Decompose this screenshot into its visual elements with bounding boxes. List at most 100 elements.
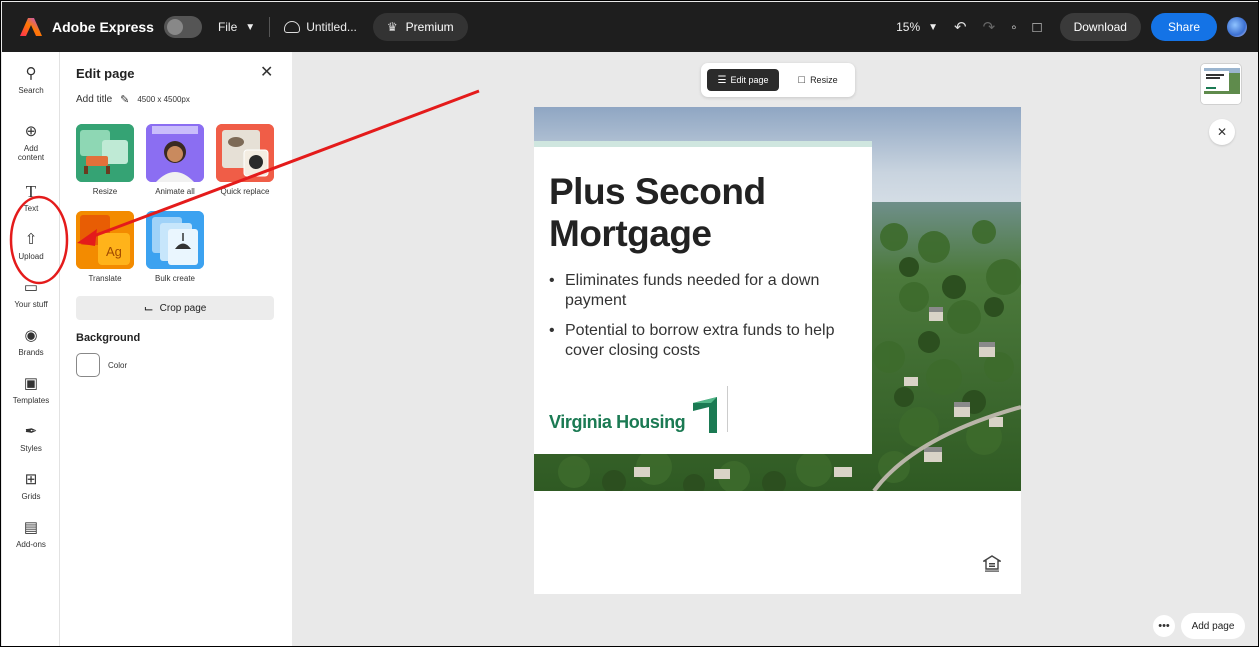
crop-page-label: Crop page bbox=[159, 302, 207, 314]
translate-tile[interactable]: Ag bbox=[76, 211, 134, 269]
background-heading: Background bbox=[76, 332, 141, 344]
rail-label: Styles bbox=[20, 444, 42, 453]
collaborate-icon[interactable]: ◦ bbox=[1011, 19, 1016, 36]
edit-page-label: Edit page bbox=[730, 75, 769, 85]
tool-label-resize: Resize bbox=[92, 187, 118, 196]
rail-label: Brands bbox=[18, 348, 44, 357]
quick-replace-tile[interactable] bbox=[216, 124, 274, 182]
color-label: Color bbox=[108, 361, 128, 370]
rail-item-search[interactable]: ⚲ Search bbox=[2, 65, 60, 96]
top-bar: Adobe Express File ▼ Untitled... ♛ Premi… bbox=[2, 2, 1258, 52]
brands-icon: ◉ bbox=[24, 327, 38, 344]
search-icon: ⚲ bbox=[25, 65, 37, 82]
page-thumbnail[interactable] bbox=[1200, 63, 1242, 105]
crown-icon: ♛ bbox=[386, 20, 398, 34]
tool-label-animate-all: Animate all bbox=[155, 187, 195, 196]
more-options-button[interactable]: ••• bbox=[1153, 615, 1175, 637]
text-card[interactable]: Plus Second Mortgage Eliminates funds ne… bbox=[534, 141, 872, 454]
grid-icon: ⊞ bbox=[24, 471, 38, 488]
close-icon[interactable]: ✕ bbox=[1209, 119, 1235, 145]
crop-page-button[interactable]: ⌙ Crop page bbox=[76, 296, 274, 320]
tool-label-translate: Translate bbox=[88, 274, 122, 283]
app-name: Adobe Express bbox=[52, 19, 154, 35]
page-toolbar: ☰ Edit page □ Resize bbox=[701, 63, 855, 97]
canvas-area[interactable]: ☰ Edit page □ Resize ✕ Plus Second Mortg… bbox=[292, 52, 1258, 646]
resize-icon: □ bbox=[798, 74, 806, 86]
svg-text:Ag: Ag bbox=[106, 244, 122, 259]
rail-item-upload[interactable]: ⇧ Upload bbox=[2, 231, 60, 262]
tool-label-bulk-create: Bulk create bbox=[154, 274, 196, 283]
edit-page-button[interactable]: ☰ Edit page bbox=[707, 69, 779, 91]
divider bbox=[269, 17, 271, 37]
rail-label: Add content bbox=[17, 144, 45, 162]
tool-label-quick-replace: Quick replace bbox=[220, 187, 270, 196]
templates-icon: ▣ bbox=[23, 375, 39, 392]
rail-label: Add-ons bbox=[16, 540, 46, 549]
crop-icon: ⌙ bbox=[143, 301, 154, 315]
logo-text: Virginia Housing bbox=[549, 412, 686, 432]
rail-item-templates[interactable]: ▣ Templates bbox=[2, 375, 60, 406]
card-accent-line bbox=[534, 141, 872, 147]
comment-icon[interactable]: □ bbox=[1033, 19, 1042, 36]
virginia-housing-logo[interactable]: Virginia Housing bbox=[549, 393, 719, 433]
addons-icon: ▤ bbox=[23, 519, 39, 536]
bullet-item[interactable]: Potential to borrow extra funds to help … bbox=[549, 321, 849, 361]
redo-icon[interactable]: ↷ bbox=[983, 18, 996, 36]
left-rail: ⚲ Search ⊕ Add content T Text ⇧ Upload ▭… bbox=[2, 52, 60, 646]
rail-label: Templates bbox=[12, 396, 50, 405]
share-button[interactable]: Share bbox=[1150, 13, 1217, 41]
rail-item-your-stuff[interactable]: ▭ Your stuff bbox=[2, 279, 60, 310]
animate-all-tile[interactable] bbox=[146, 124, 204, 182]
rail-label: Upload bbox=[18, 252, 44, 261]
rail-label: Text bbox=[23, 204, 39, 213]
sliders-icon: ☰ bbox=[717, 74, 727, 86]
zoom-level[interactable]: 15% bbox=[896, 20, 920, 34]
resize-label: Resize bbox=[810, 75, 838, 85]
bulk-create-tile[interactable] bbox=[146, 211, 204, 269]
plus-circle-icon: ⊕ bbox=[24, 123, 38, 140]
add-page-button[interactable]: Add page bbox=[1181, 613, 1245, 639]
pencil-icon[interactable]: ✎ bbox=[120, 93, 129, 106]
premium-button[interactable]: ♛ Premium bbox=[372, 13, 468, 41]
file-menu[interactable]: File bbox=[218, 20, 237, 34]
close-icon[interactable]: ✕ bbox=[260, 62, 273, 82]
avatar[interactable] bbox=[1227, 17, 1247, 37]
document-name[interactable]: Untitled... bbox=[306, 20, 357, 34]
design-page[interactable]: Plus Second Mortgage Eliminates funds ne… bbox=[534, 107, 1021, 594]
headline[interactable]: Plus Second Mortgage bbox=[549, 171, 849, 255]
add-title-label[interactable]: Add title bbox=[76, 94, 112, 105]
rail-item-add-ons[interactable]: ▤ Add-ons bbox=[2, 519, 60, 550]
text-icon: T bbox=[25, 182, 37, 201]
zoom-chevron-icon[interactable]: ▼ bbox=[928, 22, 938, 33]
premium-label: Premium bbox=[405, 20, 454, 34]
adobe-express-logo-icon[interactable] bbox=[20, 17, 42, 37]
undo-icon[interactable]: ↶ bbox=[954, 18, 967, 36]
styles-icon: ✒ bbox=[24, 423, 38, 440]
chevron-down-icon[interactable]: ▼ bbox=[245, 22, 255, 33]
panel-title: Edit page bbox=[76, 66, 135, 81]
resize-tile[interactable] bbox=[76, 124, 134, 182]
page-dimensions: 4500 x 4500px bbox=[137, 95, 190, 104]
add-title-row[interactable]: Add title ✎ 4500 x 4500px bbox=[76, 93, 190, 106]
rail-label: Grids bbox=[21, 492, 41, 501]
background-color-swatch[interactable] bbox=[76, 353, 100, 377]
folder-icon: ▭ bbox=[23, 279, 39, 296]
rail-label: Your stuff bbox=[14, 300, 48, 309]
premium-toggle[interactable] bbox=[163, 16, 202, 38]
bullet-item[interactable]: Eliminates funds needed for a down payme… bbox=[549, 271, 849, 311]
rail-item-add-content[interactable]: ⊕ Add content bbox=[2, 123, 60, 163]
rail-item-grids[interactable]: ⊞ Grids bbox=[2, 471, 60, 502]
logo-mark-icon bbox=[693, 397, 718, 433]
rail-label: Search bbox=[18, 86, 44, 95]
app-window: Adobe Express File ▼ Untitled... ♛ Premi… bbox=[0, 0, 1259, 647]
divider bbox=[727, 386, 728, 432]
rail-item-brands[interactable]: ◉ Brands bbox=[2, 327, 60, 358]
rail-item-text[interactable]: T Text bbox=[2, 182, 60, 213]
edit-page-panel: Edit page ✕ Add title ✎ 4500 x 4500px Re… bbox=[60, 52, 292, 646]
upload-icon: ⇧ bbox=[24, 231, 38, 248]
download-button[interactable]: Download bbox=[1059, 13, 1141, 41]
bullet-list[interactable]: Eliminates funds needed for a down payme… bbox=[549, 271, 849, 371]
cloud-icon bbox=[284, 21, 301, 33]
rail-item-styles[interactable]: ✒ Styles bbox=[2, 423, 60, 454]
resize-button[interactable]: □ Resize bbox=[787, 69, 849, 91]
